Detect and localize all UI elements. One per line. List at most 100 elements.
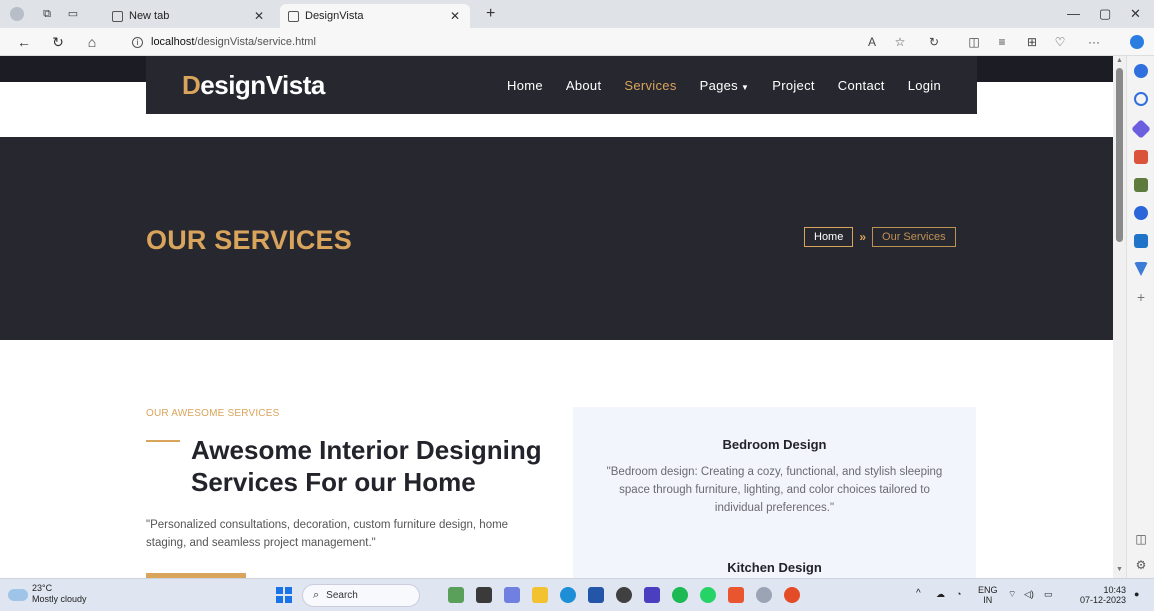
nav-pages-label: Pages (699, 77, 738, 93)
tray-app-icon-2[interactable]: ◔ (956, 589, 961, 599)
games-icon[interactable] (1134, 178, 1148, 192)
notifications-bell-icon[interactable]: ● (1134, 589, 1139, 599)
nav-project[interactable]: Project (772, 78, 815, 93)
service-title-bedroom: Bedroom Design (722, 437, 827, 452)
search-icon: ⌕ (313, 589, 320, 601)
app-icon-4[interactable] (644, 587, 660, 603)
tab-actions-icon[interactable]: ▭ (66, 7, 80, 21)
teams-icon[interactable] (504, 587, 520, 603)
breadcrumb-home[interactable]: Home (804, 227, 854, 247)
page-header-banner: OUR SERVICES Home » Our Services (0, 137, 1113, 340)
chrome-icon[interactable] (784, 587, 800, 603)
language-region: IN (983, 595, 993, 605)
office-icon[interactable] (1134, 206, 1148, 220)
refresh-icon[interactable]: ↻ (50, 34, 66, 51)
nav-login[interactable]: Login (908, 78, 941, 93)
site-info-icon[interactable]: i (132, 36, 143, 48)
url-path: /designVista/service.html (194, 36, 316, 48)
read-aloud-icon[interactable]: A (864, 35, 880, 49)
scroll-down-icon[interactable]: ▼ (1116, 566, 1123, 573)
volume-icon[interactable]: ◁) (1024, 589, 1034, 599)
taskbar-search-label: Search (326, 590, 358, 601)
section-heading: Awesome Interior Designing Services For … (191, 435, 542, 497)
more-menu-icon[interactable]: ··· (1086, 35, 1102, 49)
weather-condition: Mostly cloudy (32, 594, 87, 604)
clock-time: 10:43 (1103, 585, 1126, 595)
store-icon[interactable] (588, 587, 604, 603)
restore-icon[interactable]: ▢ (1099, 6, 1111, 22)
favorite-star-icon[interactable]: ☆ (892, 35, 908, 49)
weather-widget[interactable]: 23°C Mostly cloudy (32, 583, 87, 605)
favorites-icon[interactable]: ≡ (994, 35, 1010, 49)
app-icon-3[interactable] (616, 587, 632, 603)
outlook-icon[interactable] (1134, 234, 1148, 248)
scroll-up-icon[interactable]: ▲ (1116, 57, 1123, 64)
performance-icon[interactable]: ♡ (1052, 35, 1068, 49)
tab-label: New tab (129, 10, 170, 22)
tray-app-icon[interactable]: ☁ (936, 589, 945, 599)
nav-about[interactable]: About (566, 78, 601, 93)
breadcrumb-current: Our Services (872, 227, 956, 247)
new-tab-button[interactable]: + (486, 5, 495, 23)
home-icon[interactable]: ⌂ (84, 34, 100, 50)
clock[interactable]: 10:43 07-12-2023 (1064, 585, 1126, 605)
add-icon[interactable]: + (1134, 290, 1148, 304)
nav-services[interactable]: Services (624, 78, 676, 93)
nav-home[interactable]: Home (507, 78, 543, 93)
minimize-icon[interactable]: — (1067, 6, 1080, 21)
logo-initial: D (182, 70, 201, 100)
split-screen-icon[interactable]: ◫ (966, 35, 982, 49)
workspaces-icon[interactable]: ⧉ (40, 7, 54, 21)
xampp-icon[interactable] (728, 587, 744, 603)
url-field[interactable]: i localhost/designVista/service.html (132, 32, 316, 52)
scrollbar-thumb[interactable] (1116, 68, 1123, 242)
nav-pages[interactable]: Pages ▼ (700, 78, 750, 93)
sidebar-layout-icon[interactable]: ◫ (1134, 532, 1148, 546)
section-eyebrow: OUR AWESOME SERVICES (146, 408, 280, 419)
breadcrumb: Home » Our Services (804, 227, 956, 247)
collections-icon[interactable]: ⊞ (1024, 35, 1040, 49)
wifi-icon[interactable]: ⌔ (1008, 589, 1016, 599)
refresh-page-icon[interactable]: ↻ (926, 35, 942, 49)
file-explorer-icon[interactable] (532, 587, 548, 603)
windows-start-icon[interactable] (276, 587, 292, 603)
page-scrollbar[interactable]: ▲ ▼ (1113, 56, 1126, 578)
tab-new-tab[interactable]: New tab ✕ (104, 4, 274, 28)
settings-gear-icon[interactable]: ⚙ (1134, 558, 1148, 572)
shopping-icon[interactable] (1131, 119, 1151, 139)
edge-icon[interactable] (560, 587, 576, 603)
nav-contact[interactable]: Contact (838, 78, 885, 93)
copilot-icon[interactable] (1130, 35, 1144, 49)
whatsapp-icon[interactable] (700, 587, 716, 603)
browser-tab-strip: ⧉ ▭ New tab ✕ DesignVista ✕ + — ▢ ✕ (0, 0, 1154, 28)
clock-date: 07-12-2023 (1079, 595, 1126, 605)
tools-icon[interactable] (1134, 150, 1148, 164)
services-panel: Bedroom Design "Bedroom design: Creating… (573, 407, 976, 578)
app-icon-1[interactable] (448, 587, 464, 603)
profile-icon[interactable] (10, 7, 24, 21)
page-viewport: DesignVista Home About Services Pages ▼ P… (0, 56, 1113, 578)
section-description: "Personalized consultations, decoration,… (146, 519, 509, 549)
app-icon-5[interactable] (756, 587, 772, 603)
spotify-icon[interactable] (672, 587, 688, 603)
language-indicator[interactable]: ENG IN (978, 585, 998, 605)
taskbar-search[interactable]: ⌕ Search (302, 584, 420, 607)
drop-icon[interactable] (1134, 262, 1148, 276)
close-window-icon[interactable]: ✕ (1130, 6, 1141, 22)
page-title: OUR SERVICES (146, 225, 352, 255)
tray-chevron-icon[interactable]: ^ (916, 589, 921, 599)
site-navbar: DesignVista Home About Services Pages ▼ P… (146, 56, 977, 114)
weather-cloud-icon[interactable] (8, 589, 28, 601)
close-tab-icon[interactable]: ✕ (254, 9, 264, 23)
tab-designvista[interactable]: DesignVista ✕ (280, 4, 470, 28)
battery-icon[interactable]: ▭ (1044, 589, 1053, 599)
tab-label: DesignVista (305, 10, 364, 22)
site-logo[interactable]: DesignVista (182, 70, 325, 101)
page-icon (112, 10, 123, 22)
back-icon[interactable]: ← (16, 34, 32, 50)
app-icon-2[interactable] (476, 587, 492, 603)
notification-icon[interactable] (1134, 64, 1148, 78)
logo-text: esignVista (200, 70, 325, 100)
close-tab-icon[interactable]: ✕ (450, 9, 460, 23)
search-icon[interactable] (1134, 92, 1148, 106)
